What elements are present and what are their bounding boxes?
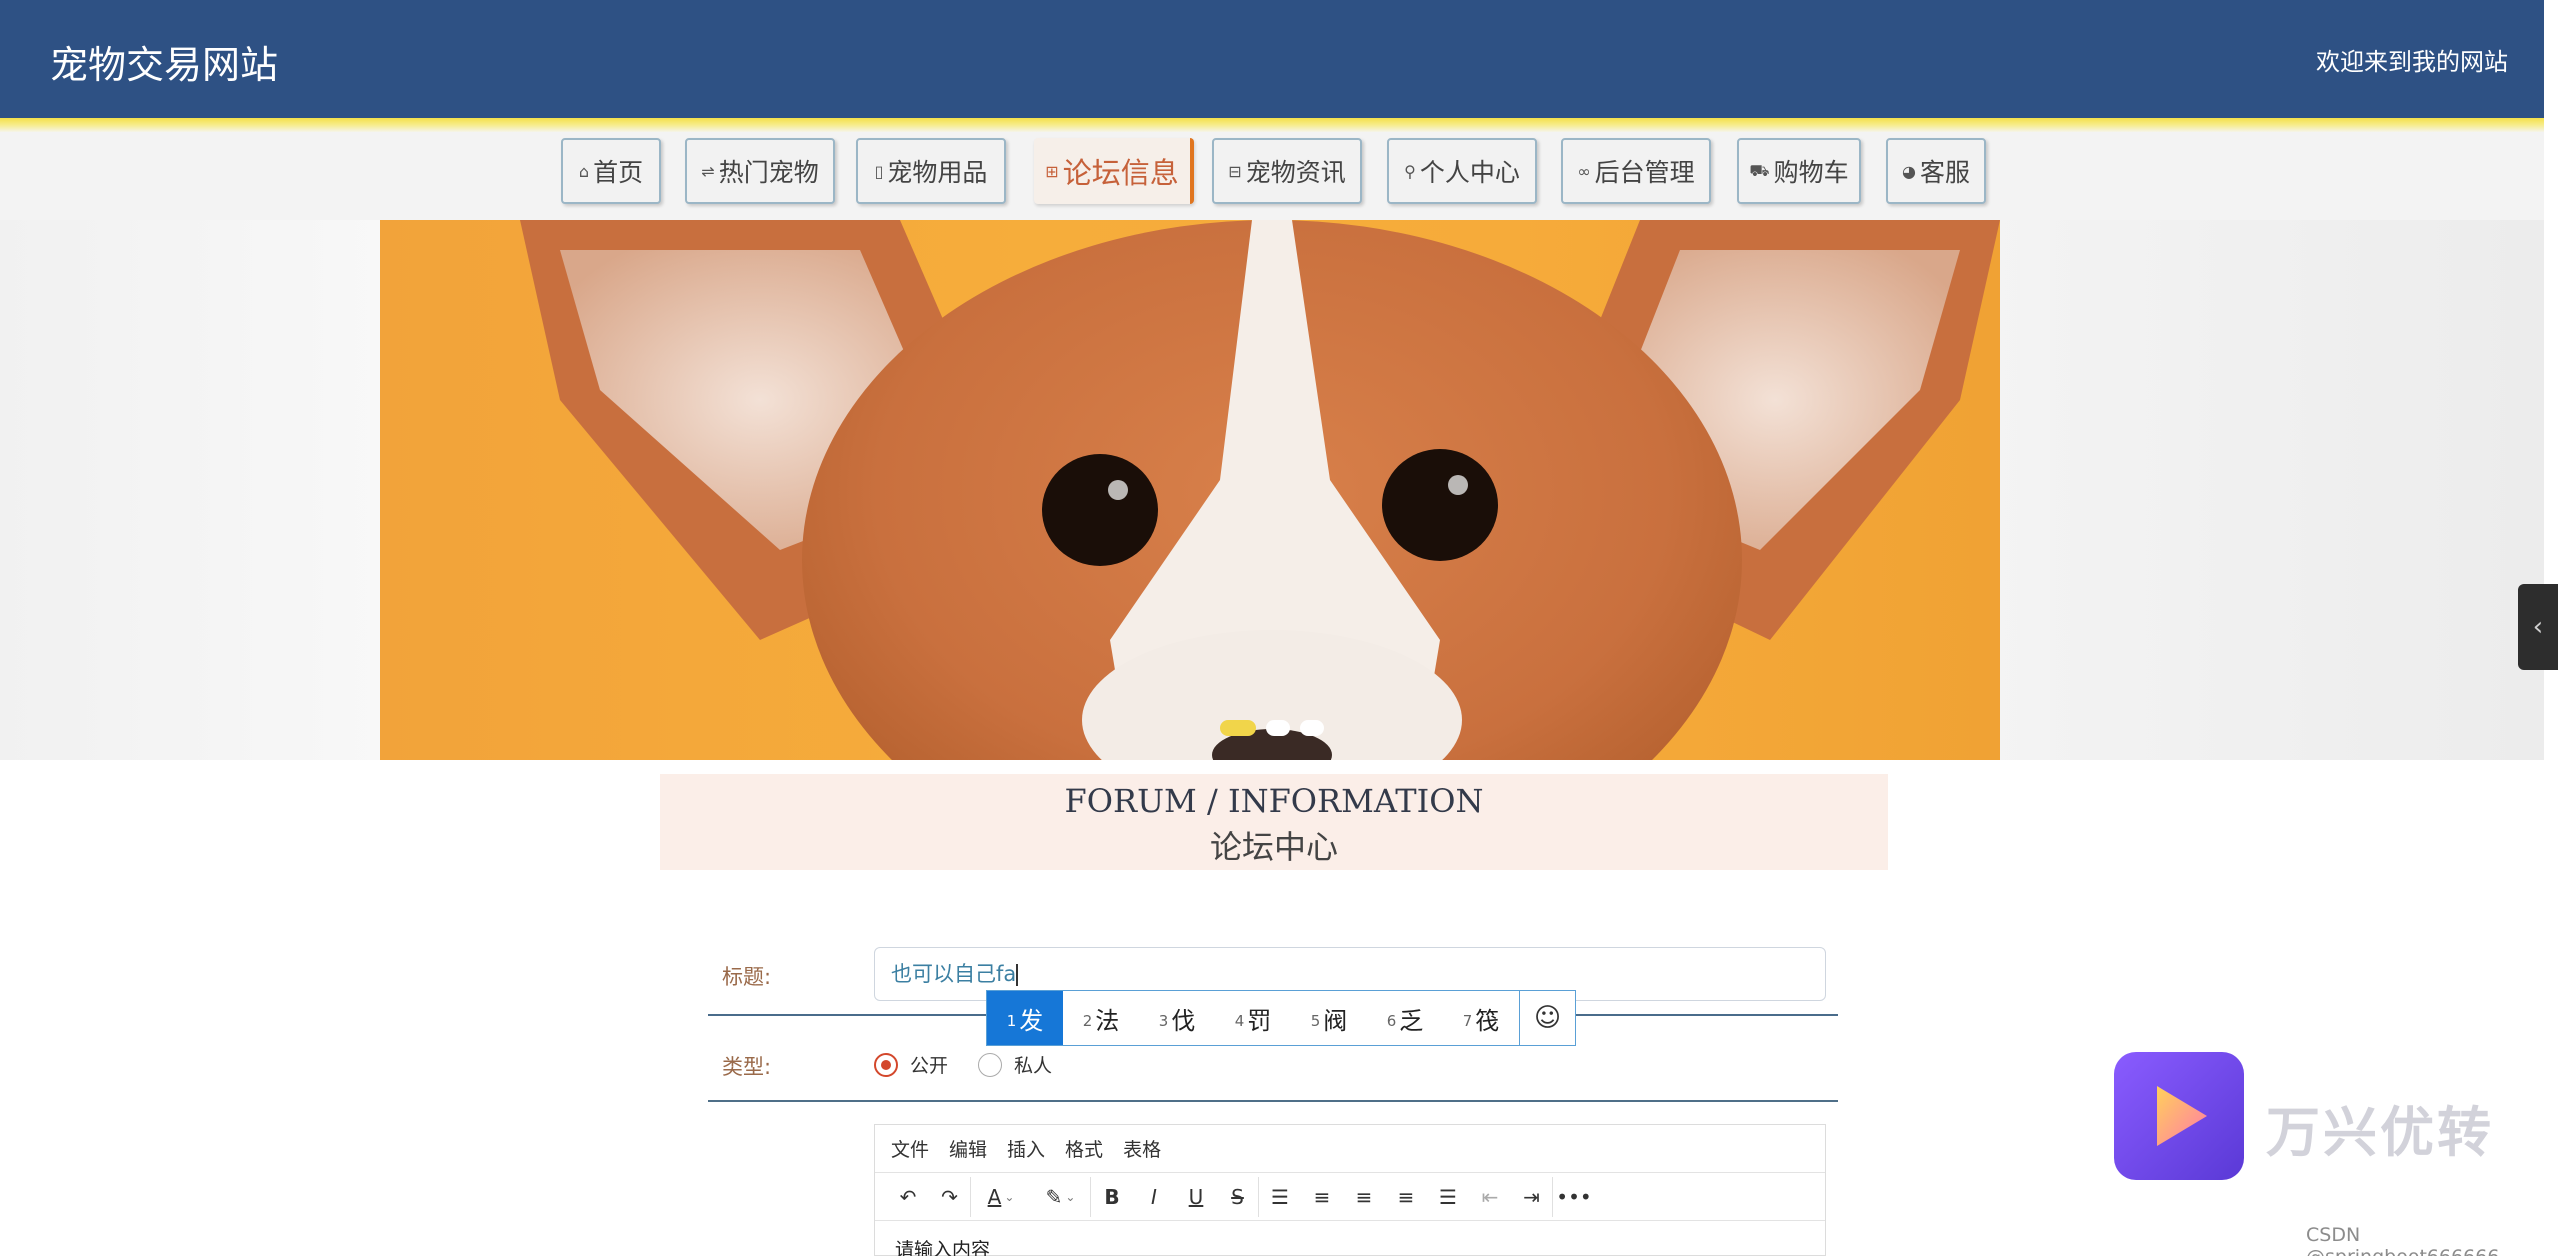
site-title[interactable]: 宠物交易网站 <box>50 34 278 89</box>
apps-icon: ⊞ <box>1045 161 1059 181</box>
ime-candidate[interactable]: 5阀 <box>1291 991 1367 1045</box>
chat-icon: ◕ <box>1902 161 1916 181</box>
undo-icon[interactable]: ↶ <box>887 1177 929 1217</box>
align-center-icon[interactable]: ≡ <box>1343 1177 1385 1217</box>
type-label: 类型: <box>722 1055 772 1079</box>
nav-item-hot-pets[interactable]: ⇌ 热门宠物 <box>685 138 835 204</box>
section-title-en: FORUM / INFORMATION <box>1064 782 1484 820</box>
align-justify-icon[interactable]: ☰ <box>1427 1177 1469 1217</box>
nav-item-label: 个人中心 <box>1419 158 1520 187</box>
nav-item-service[interactable]: ◕ 客服 <box>1886 138 1986 204</box>
rich-text-editor[interactable]: 文件 编辑 插入 格式 表格 ↶ ↷ A ⌄ ✎ ⌄ B I U S ☰ ≡ ≡ ≡… <box>874 1124 1826 1256</box>
carousel-dots <box>1220 720 1324 736</box>
carousel-dot-3[interactable] <box>1300 720 1324 736</box>
bold-icon[interactable]: B <box>1091 1177 1133 1217</box>
ime-candidate-bar: 1发 2法 3伐 4罚 5阀 6乏 7筏 ☺ <box>986 990 1576 1046</box>
editor-menubar: 文件 编辑 插入 格式 表格 <box>875 1125 1825 1173</box>
editor-content[interactable]: 请输入内容 <box>875 1221 1825 1256</box>
chevron-left-icon: ‹ <box>2532 612 2544 642</box>
grid-icon: ⊟ <box>1228 161 1242 181</box>
nav-item-home[interactable]: ⌂ 首页 <box>561 138 661 204</box>
text-caret <box>1016 964 1019 986</box>
section-title-cn: 论坛中心 <box>1209 828 1338 866</box>
carousel-dot-2[interactable] <box>1266 720 1290 736</box>
nav-item-label: 购物车 <box>1773 158 1849 187</box>
menu-insert[interactable]: 插入 <box>1007 1135 1045 1162</box>
title-label: 标题: <box>722 965 772 989</box>
nav-item-label: 宠物资讯 <box>1245 158 1346 187</box>
home-icon: ⌂ <box>578 161 590 181</box>
line-height-icon[interactable]: ☰ <box>1259 1177 1301 1217</box>
section-heading: FORUM / INFORMATION 论坛中心 <box>660 774 1888 870</box>
menu-table[interactable]: 表格 <box>1123 1135 1161 1162</box>
nav-item-pet-supplies[interactable]: ▯ 宠物用品 <box>856 138 1006 204</box>
underline-icon[interactable]: U <box>1175 1177 1217 1217</box>
ime-candidate[interactable]: 6乏 <box>1367 991 1443 1045</box>
banner-dog-image <box>520 220 2000 760</box>
watermark-text: 万兴优转 <box>2266 1101 2494 1164</box>
welcome-text: 欢迎来到我的网站 <box>2316 48 2508 76</box>
form-divider <box>708 1100 1838 1102</box>
nav-item-cart[interactable]: ⛟ 购物车 <box>1737 138 1861 204</box>
nav-item-admin[interactable]: ∞ 后台管理 <box>1561 138 1711 204</box>
menu-format[interactable]: 格式 <box>1065 1135 1103 1162</box>
nav-item-forum[interactable]: ⊞ 论坛信息 <box>1034 138 1194 204</box>
banner-carousel[interactable] <box>0 220 2544 760</box>
play-icon <box>2157 1086 2207 1146</box>
strikethrough-icon[interactable]: S <box>1217 1176 1259 1217</box>
user-icon: ⚲ <box>1404 161 1416 181</box>
nav-item-label: 后台管理 <box>1594 158 1695 187</box>
ime-candidate[interactable]: 1发 <box>987 991 1063 1045</box>
header-stripe <box>0 118 2544 132</box>
redo-icon[interactable]: ↷ <box>929 1176 971 1217</box>
sliders-icon: ⇌ <box>701 161 715 181</box>
text-color-icon[interactable]: A ⌄ <box>971 1177 1031 1217</box>
ime-candidate[interactable]: 7筏 <box>1443 991 1519 1045</box>
ime-candidate[interactable]: 4罚 <box>1215 991 1291 1045</box>
radio-label: 私人 <box>1014 1055 1053 1077</box>
outdent-icon[interactable]: ⇤ <box>1469 1177 1511 1217</box>
main-nav: ⌂ 首页 ⇌ 热门宠物 ▯ 宠物用品 ⊞ 论坛信息 ⊟ 宠物资讯 ⚲ 个人中心 ∞ 后台管理 … <box>0 132 2544 220</box>
ime-candidate[interactable]: 3伐 <box>1139 991 1215 1045</box>
italic-icon[interactable]: I <box>1133 1177 1175 1217</box>
watermark-logo <box>2114 1052 2244 1180</box>
csdn-credit: CSDN @springboot666666 <box>2306 1224 2499 1256</box>
cart-icon: ⛟ <box>1749 160 1770 180</box>
title-input-value: 也可以自己fa <box>891 962 1017 986</box>
carousel-dot-1[interactable] <box>1220 720 1256 736</box>
type-radio-private[interactable]: 私人 <box>978 1051 1052 1078</box>
align-right-icon[interactable]: ≡ <box>1385 1177 1427 1217</box>
editor-toolbar: ↶ ↷ A ⌄ ✎ ⌄ B I U S ☰ ≡ ≡ ≡ ☰ ⇤ ⇥ ••• <box>875 1173 1825 1221</box>
nav-item-label: 客服 <box>1919 158 1970 187</box>
emoji-icon[interactable]: ☺ <box>1519 991 1575 1045</box>
nav-item-pet-news[interactable]: ⊟ 宠物资讯 <box>1212 138 1362 204</box>
radio-circle[interactable] <box>874 1052 898 1077</box>
indent-icon[interactable]: ⇥ <box>1511 1176 1553 1217</box>
document-icon: ▯ <box>874 161 884 181</box>
more-icon[interactable]: ••• <box>1553 1177 1595 1217</box>
ime-candidate[interactable]: 2法 <box>1063 991 1139 1045</box>
nav-item-personal-center[interactable]: ⚲ 个人中心 <box>1387 138 1537 204</box>
type-radio-public[interactable]: 公开 <box>874 1051 948 1078</box>
nav-item-label: 热门宠物 <box>718 158 819 187</box>
radio-circle[interactable] <box>978 1052 1002 1077</box>
nav-item-label: 首页 <box>593 158 644 187</box>
align-left-icon[interactable]: ≡ <box>1301 1177 1343 1217</box>
radio-label: 公开 <box>910 1055 949 1077</box>
nav-item-label: 宠物用品 <box>887 158 988 187</box>
side-collapse-tab[interactable]: ‹ <box>2518 584 2558 670</box>
highlight-icon[interactable]: ✎ ⌄ <box>1031 1176 1091 1217</box>
site-header: 宠物交易网站 欢迎来到我的网站 <box>0 0 2544 118</box>
menu-file[interactable]: 文件 <box>891 1135 929 1162</box>
menu-edit[interactable]: 编辑 <box>949 1135 987 1162</box>
link-icon: ∞ <box>1577 161 1591 181</box>
nav-item-label: 论坛信息 <box>1062 156 1179 190</box>
